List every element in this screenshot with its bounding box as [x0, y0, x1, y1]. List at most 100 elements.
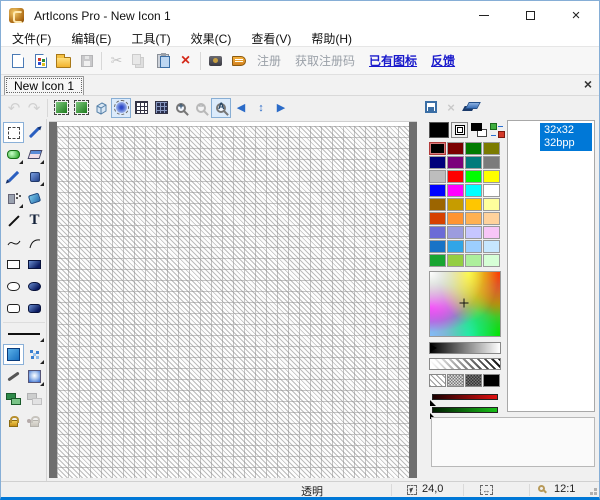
gradient-tool[interactable] [24, 366, 45, 387]
eraser-tool[interactable] [24, 144, 45, 165]
help-book-button[interactable] [227, 50, 250, 72]
undo-button[interactable]: ↶ [4, 98, 24, 118]
palette-swatch[interactable] [483, 212, 500, 225]
test-frame-button[interactable] [51, 98, 71, 118]
filled-ellipse-tool[interactable] [24, 276, 45, 297]
palette-swatch[interactable] [447, 170, 464, 183]
tab-close-button[interactable]: × [584, 76, 592, 92]
palette-swatch[interactable] [465, 254, 482, 267]
zoom-out-button[interactable]: − [191, 98, 211, 118]
zoom-actual-button[interactable]: A [211, 97, 231, 118]
rainbow-color-picker[interactable] [429, 271, 501, 337]
palette-swatch[interactable] [447, 212, 464, 225]
lock-disabled-tool[interactable] [24, 410, 45, 431]
menu-file[interactable]: 文件(F) [2, 30, 61, 47]
new-icon-button[interactable] [6, 50, 29, 72]
palette-swatch[interactable] [447, 254, 464, 267]
palette-swatch[interactable] [465, 240, 482, 253]
save-button[interactable] [75, 50, 98, 72]
palette-swatch[interactable] [429, 142, 446, 155]
palette-swatch[interactable] [429, 212, 446, 225]
redo-button[interactable]: ↷ [24, 98, 44, 118]
shift-left-button[interactable]: ◀ [231, 98, 251, 118]
delete-button[interactable]: × [174, 50, 197, 72]
show-grid-button[interactable] [131, 98, 151, 118]
palette-swatch[interactable] [483, 254, 500, 267]
curve-tool[interactable] [3, 232, 24, 253]
palette-swatch[interactable] [429, 254, 446, 267]
maximize-button[interactable] [507, 1, 553, 30]
pattern-dark-dither-swatch[interactable] [465, 374, 482, 387]
show-blur-button[interactable] [111, 97, 131, 118]
have-icons-link[interactable]: 已有图标 [369, 52, 417, 69]
palette-swatch[interactable] [465, 170, 482, 183]
formats-list-button[interactable] [461, 97, 481, 117]
combine-disabled-tool[interactable] [24, 388, 45, 409]
menu-view[interactable]: 查看(V) [241, 30, 301, 47]
palette-swatch[interactable] [447, 198, 464, 211]
test-frame-2-button[interactable] [71, 98, 91, 118]
menu-edit[interactable]: 编辑(E) [61, 30, 121, 47]
palette-swatch[interactable] [465, 142, 482, 155]
filled-rounded-rect-tool[interactable] [24, 298, 45, 319]
smooth-tool[interactable] [3, 144, 24, 165]
palette-swatch[interactable] [465, 226, 482, 239]
color-picker-tool[interactable] [24, 122, 45, 143]
feedback-link[interactable]: 反馈 [431, 52, 455, 69]
combine-tool[interactable] [3, 388, 24, 409]
ellipse-tool[interactable] [3, 276, 24, 297]
current-color-swatch[interactable] [429, 122, 449, 138]
lock-tool[interactable] [3, 410, 24, 431]
palette-swatch[interactable] [429, 240, 446, 253]
close-button[interactable]: × [553, 1, 599, 30]
palette-swatch[interactable] [465, 212, 482, 225]
smooth-line-tool[interactable] [3, 366, 24, 387]
palette-swatch[interactable] [483, 240, 500, 253]
menu-help[interactable]: 帮助(H) [301, 30, 362, 47]
shift-right-button[interactable]: ▶ [271, 98, 291, 118]
text-tool[interactable]: T [24, 210, 45, 231]
palette-swatch[interactable] [429, 156, 446, 169]
menu-effects[interactable]: 效果(C) [181, 30, 242, 47]
copy-button[interactable] [128, 50, 151, 72]
rectangle-tool[interactable] [3, 254, 24, 275]
zoom-in-button[interactable]: + [171, 98, 191, 118]
palette-swatch[interactable] [447, 142, 464, 155]
menu-tools[interactable]: 工具(T) [121, 30, 180, 47]
new-from-image-button[interactable] [29, 50, 52, 72]
delete-format-button[interactable]: × [441, 97, 461, 117]
palette-swatch[interactable] [483, 142, 500, 155]
pencil-tool[interactable] [3, 166, 24, 187]
line-tool[interactable] [3, 210, 24, 231]
pattern-black-swatch[interactable] [483, 374, 500, 387]
pixel-editing-grid[interactable] [57, 126, 409, 478]
minimize-button[interactable] [461, 1, 507, 30]
transparent-color-button[interactable] [450, 122, 469, 138]
transparency-cube-button[interactable] [91, 98, 111, 118]
pattern-light-dither-swatch[interactable] [447, 374, 464, 387]
grayscale-slider[interactable] [429, 342, 501, 354]
palette-swatch[interactable] [447, 240, 464, 253]
palette-swatch[interactable] [465, 198, 482, 211]
palette-swatch[interactable] [465, 156, 482, 169]
tab-new-icon-1[interactable]: New Icon 1 [4, 76, 85, 95]
select-tool[interactable] [3, 122, 24, 143]
palette-swatch[interactable] [483, 170, 500, 183]
palette-swatch[interactable] [429, 198, 446, 211]
paste-button[interactable] [151, 50, 174, 72]
format-list-item-selected[interactable]: 32x32 32bpp [510, 123, 592, 151]
palette-swatch[interactable] [447, 184, 464, 197]
palette-swatch[interactable] [483, 156, 500, 169]
palette-swatch[interactable] [483, 226, 500, 239]
dither-tool[interactable] [24, 344, 45, 365]
green-channel-slider[interactable] [430, 407, 498, 419]
filled-rectangle-tool[interactable] [24, 254, 45, 275]
shift-vertical-button[interactable]: ↕ [251, 98, 271, 118]
pattern-hatch-swatch[interactable] [429, 374, 446, 387]
hatch-gradient-slider[interactable] [429, 358, 501, 370]
open-button[interactable] [52, 50, 75, 72]
fill-tool[interactable] [24, 188, 45, 209]
spray-tool[interactable] [3, 188, 24, 209]
palette-swatch[interactable] [447, 156, 464, 169]
palette-swatch[interactable] [429, 170, 446, 183]
